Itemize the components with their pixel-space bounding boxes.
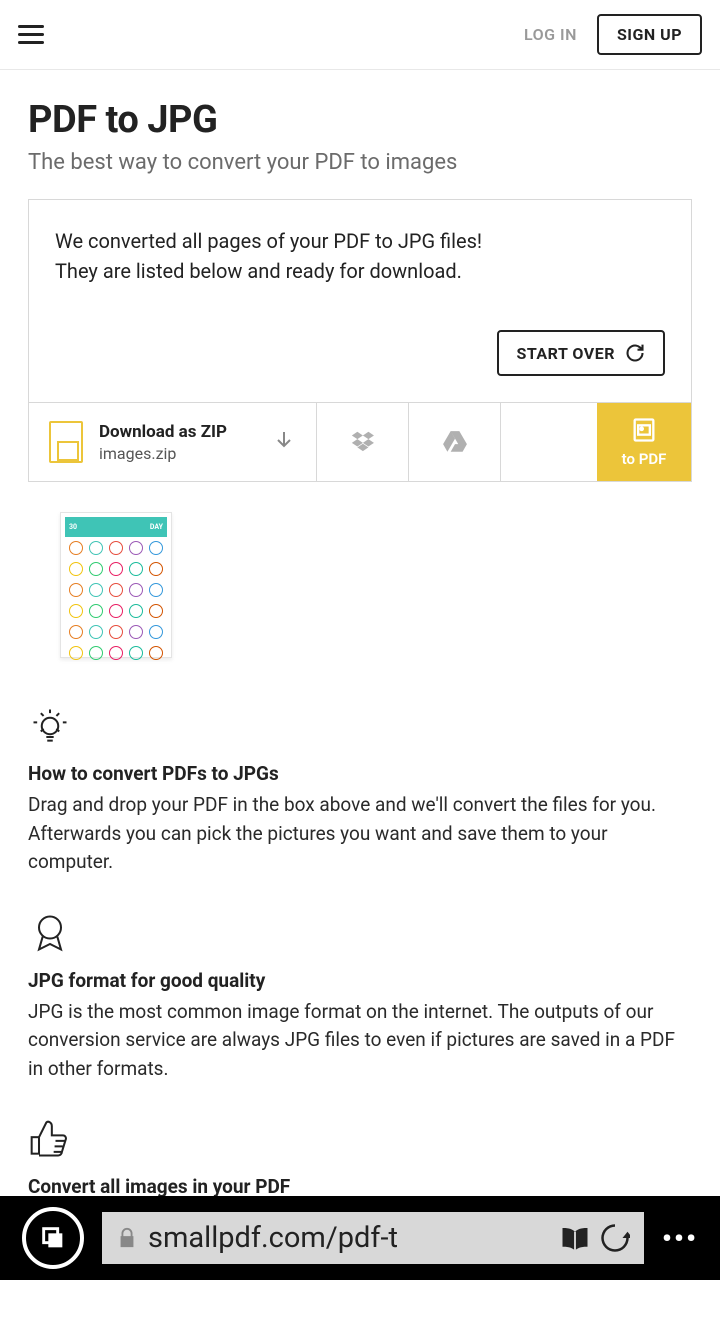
lightbulb-icon [28,704,72,748]
gdrive-button[interactable] [409,403,501,481]
info-title-1: JPG format for good quality [28,969,692,992]
page-title: PDF to JPG [28,98,692,142]
page-subtitle: The best way to convert your PDF to imag… [28,150,692,175]
tabs-button[interactable] [22,1207,84,1269]
to-pdf-icon [630,416,658,444]
download-filename: images.zip [99,444,256,463]
main-content: PDF to JPG The best way to convert your … [0,70,720,1323]
more-icon[interactable]: ••• [662,1222,698,1255]
lock-icon [116,1227,138,1249]
address-bar[interactable]: smallpdf.com/pdf-t [102,1212,644,1264]
header: LOG IN SIGN UP [0,0,720,70]
download-arrow-icon [272,428,296,456]
to-pdf-button[interactable]: to PDF [597,403,691,481]
info-text-1: JPG is the most common image format on t… [28,998,692,1084]
download-zip-button[interactable]: Download as ZIP images.zip [29,403,317,481]
dropbox-icon [350,429,376,455]
signup-button[interactable]: SIGN UP [597,14,702,55]
result-box: We converted all pages of your PDF to JP… [28,199,692,403]
ribbon-icon [28,911,72,955]
info-text-0: Drag and drop your PDF in the box above … [28,791,692,877]
download-row: Download as ZIP images.zip to PDF [28,403,692,482]
info-title-0: How to convert PDFs to JPGs [28,762,692,785]
dropbox-button[interactable] [317,403,409,481]
tabs-icon [39,1224,67,1252]
info-block-0: How to convert PDFs to JPGs Drag and dro… [28,704,692,877]
start-over-label: START OVER [517,344,616,363]
browser-bottom-bar: smallpdf.com/pdf-t ••• [0,1196,720,1280]
thumb-header: 30 DAY [65,517,167,537]
thumb-grid [67,541,165,651]
thumbsup-icon [28,1117,72,1161]
info-block-1: JPG format for good quality JPG is the m… [28,911,692,1084]
reload-icon [625,343,645,363]
header-actions: LOG IN SIGN UP [524,14,702,55]
menu-icon[interactable] [18,25,44,44]
start-over-button[interactable]: START OVER [497,330,666,376]
reload-icon[interactable] [600,1223,630,1253]
login-link[interactable]: LOG IN [524,25,577,44]
download-texts: Download as ZIP images.zip [99,422,256,463]
info-title-2: Convert all images in your PDF [28,1175,692,1198]
image-file-icon [49,421,83,463]
result-message: We converted all pages of your PDF to JP… [55,226,665,286]
gdrive-icon [442,429,468,455]
url-text: smallpdf.com/pdf-t [148,1221,550,1255]
result-line2: They are listed below and ready for down… [55,256,665,286]
to-pdf-label: to PDF [622,450,667,468]
result-line1: We converted all pages of your PDF to JP… [55,226,665,256]
download-spacer [501,403,597,481]
result-thumbnail[interactable]: 30 DAY [60,512,172,658]
reader-icon[interactable] [560,1223,590,1253]
download-label: Download as ZIP [99,422,256,442]
